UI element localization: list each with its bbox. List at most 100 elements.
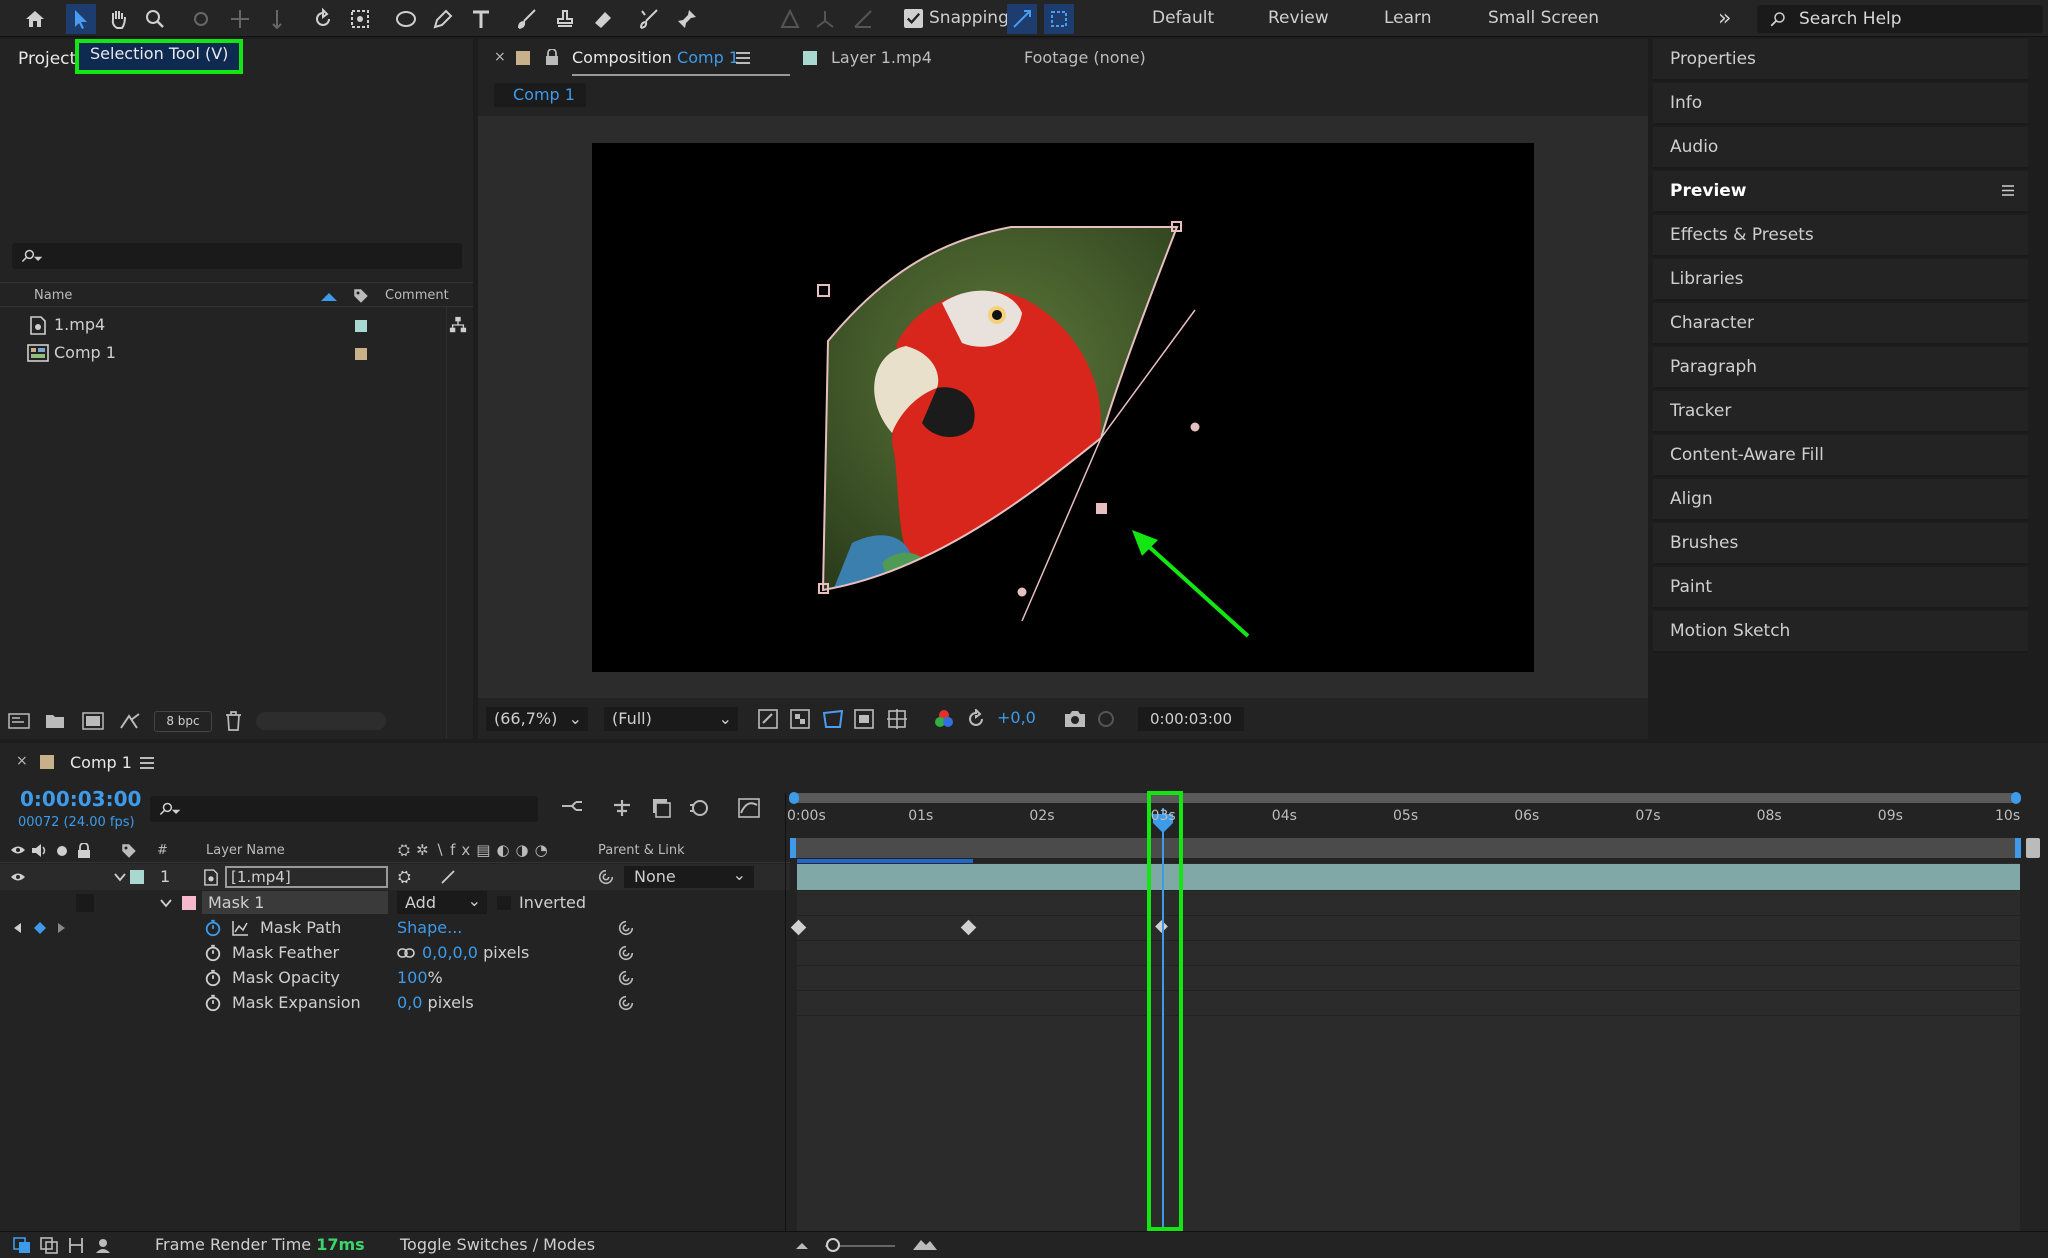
align-axis-icon[interactable] bbox=[775, 4, 805, 34]
snapping-checkbox[interactable] bbox=[904, 9, 923, 28]
mask-feather-value[interactable]: 0,0,0,0 bbox=[422, 943, 478, 962]
new-folder-icon[interactable] bbox=[45, 712, 65, 729]
layer-duration-bar[interactable] bbox=[797, 864, 2020, 890]
type-tool-icon[interactable] bbox=[466, 4, 496, 34]
layer-switches-icon[interactable] bbox=[13, 1237, 31, 1254]
close-tab-icon[interactable]: × bbox=[16, 753, 28, 769]
search-help-input[interactable]: Search Help bbox=[1757, 5, 2043, 33]
project-item-1-mp4[interactable]: 1.mp4 bbox=[0, 311, 445, 339]
mask-mode-dropdown[interactable]: Add ⌄ bbox=[397, 891, 487, 914]
zoom-out-mountain-icon[interactable] bbox=[795, 1240, 809, 1250]
label-tag-icon[interactable] bbox=[120, 842, 138, 860]
track-area[interactable] bbox=[797, 863, 2020, 1231]
thumbnail-size-slider[interactable] bbox=[256, 712, 386, 730]
video-eye-icon[interactable] bbox=[10, 871, 26, 883]
panel-item-character[interactable]: Character bbox=[1653, 303, 2028, 345]
graph-icon[interactable] bbox=[231, 920, 249, 936]
workspace-default[interactable]: Default bbox=[1152, 0, 1214, 37]
show-snapshot-icon[interactable] bbox=[1096, 710, 1116, 728]
world-axis-icon[interactable] bbox=[848, 4, 878, 34]
work-area-bar[interactable] bbox=[793, 838, 2021, 858]
timeline-tab[interactable]: Comp 1 bbox=[70, 753, 132, 772]
mask-row[interactable]: Mask 1 Add ⌄ Inverted bbox=[0, 890, 790, 915]
shy-switch-icon[interactable]: ⛭ bbox=[398, 864, 411, 889]
workspace-learn[interactable]: Learn bbox=[1384, 0, 1432, 37]
mask-name-field[interactable]: Mask 1 bbox=[202, 891, 388, 914]
roto-brush-tool-icon[interactable] bbox=[634, 4, 664, 34]
panel-item-libraries[interactable]: Libraries bbox=[1653, 259, 2028, 301]
panel-item-paint[interactable]: Paint bbox=[1653, 567, 2028, 609]
panel-menu-icon[interactable] bbox=[735, 51, 751, 65]
layer-row[interactable]: 1 [1.mp4] ⛭ None ⌄ bbox=[0, 864, 790, 890]
rotate-tool-icon[interactable] bbox=[308, 4, 338, 34]
snap-features-icon[interactable] bbox=[1044, 4, 1074, 34]
video-eye-icon[interactable] bbox=[10, 844, 26, 856]
panel-item-brushes[interactable]: Brushes bbox=[1653, 523, 2028, 565]
navigator-end-handle[interactable] bbox=[2011, 792, 2021, 804]
channel-rgb-icon[interactable] bbox=[934, 709, 954, 729]
preview-menu-icon[interactable] bbox=[2001, 184, 2015, 197]
comp-marker-bin-icon[interactable] bbox=[2026, 838, 2040, 858]
footage-viewer-tab[interactable]: Footage (none) bbox=[1024, 48, 1146, 67]
layer-name-field[interactable]: [1.mp4] bbox=[225, 866, 388, 888]
project-search-input[interactable] bbox=[12, 243, 462, 269]
mask-opacity-value[interactable]: 100 bbox=[397, 968, 428, 987]
transparency-grid-icon[interactable] bbox=[790, 709, 810, 729]
resolution-dropdown[interactable]: (Full) ⌄ bbox=[604, 707, 738, 731]
more-workspaces-chevron-icon[interactable]: » bbox=[1718, 0, 1731, 37]
render-time-icon[interactable] bbox=[95, 1237, 115, 1254]
parent-dropdown[interactable]: None ⌄ bbox=[624, 865, 754, 888]
mask-opacity-row[interactable]: Mask Opacity 100% bbox=[0, 965, 790, 990]
comment-column-header[interactable]: Comment bbox=[385, 288, 449, 303]
panel-item-effects-presets[interactable]: Effects & Presets bbox=[1653, 215, 2028, 257]
label-tag-icon[interactable] bbox=[352, 287, 370, 305]
pick-whip-icon[interactable] bbox=[617, 944, 635, 962]
project-item-comp-1[interactable]: Comp 1 bbox=[0, 339, 445, 367]
panel-item-properties[interactable]: Properties bbox=[1653, 39, 2028, 81]
current-time-display[interactable]: 0:00:03:00 bbox=[20, 787, 141, 811]
interpret-footage-icon[interactable] bbox=[8, 713, 30, 729]
inverted-checkbox[interactable] bbox=[497, 896, 511, 910]
comp-breadcrumb[interactable]: Comp 1 bbox=[494, 83, 586, 107]
region-of-interest-icon[interactable] bbox=[854, 709, 874, 729]
time-navigator[interactable] bbox=[793, 793, 2017, 803]
stopwatch-active-icon[interactable] bbox=[204, 919, 222, 937]
draft-3d-icon[interactable] bbox=[611, 797, 633, 819]
orbit-camera-icon[interactable] bbox=[186, 4, 216, 34]
comp-mini-flowchart-icon[interactable] bbox=[560, 798, 584, 818]
snap-edges-icon[interactable] bbox=[1007, 4, 1037, 34]
zoom-slider-thumb[interactable] bbox=[826, 1238, 840, 1252]
pick-whip-icon[interactable] bbox=[617, 994, 635, 1012]
zoom-in-mountain-icon[interactable] bbox=[912, 1237, 938, 1251]
mask-visibility-icon[interactable] bbox=[822, 709, 844, 729]
in-out-duration-icon[interactable] bbox=[67, 1237, 85, 1254]
lock-icon[interactable] bbox=[545, 49, 559, 66]
fast-previews-icon[interactable] bbox=[758, 709, 778, 729]
stopwatch-icon[interactable] bbox=[204, 969, 222, 987]
panel-item-align[interactable]: Align bbox=[1653, 479, 2028, 521]
pick-whip-icon[interactable] bbox=[617, 969, 635, 987]
quality-switch-icon[interactable] bbox=[440, 869, 456, 885]
add-keyframe-icon[interactable] bbox=[33, 921, 47, 935]
clone-stamp-tool-icon[interactable] bbox=[550, 4, 580, 34]
view-axis-icon[interactable] bbox=[810, 4, 840, 34]
next-keyframe-icon[interactable] bbox=[57, 922, 67, 934]
close-tab-icon[interactable]: × bbox=[494, 49, 506, 65]
pick-whip-icon[interactable] bbox=[617, 919, 635, 937]
panel-menu-icon[interactable] bbox=[139, 756, 155, 770]
solo-dot-icon[interactable] bbox=[57, 846, 67, 856]
dolly-camera-icon[interactable] bbox=[262, 4, 292, 34]
mask-color-swatch[interactable] bbox=[182, 896, 196, 910]
frame-blending-icon[interactable] bbox=[650, 797, 672, 819]
exposure-value[interactable]: +0,0 bbox=[997, 708, 1036, 727]
puppet-pin-tool-icon[interactable] bbox=[672, 4, 702, 34]
reset-exposure-icon[interactable] bbox=[966, 709, 986, 729]
composition-tab[interactable]: Composition Comp 1 bbox=[572, 48, 739, 67]
graph-editor-icon[interactable] bbox=[737, 797, 761, 819]
layer-label-swatch[interactable] bbox=[130, 870, 144, 884]
home-icon[interactable] bbox=[20, 4, 50, 34]
timeline-search-input[interactable] bbox=[150, 796, 538, 822]
collapse-chevron-icon[interactable] bbox=[114, 872, 126, 882]
audio-speaker-icon[interactable] bbox=[31, 844, 47, 857]
panel-item-content-aware-fill[interactable]: Content-Aware Fill bbox=[1653, 435, 2028, 477]
